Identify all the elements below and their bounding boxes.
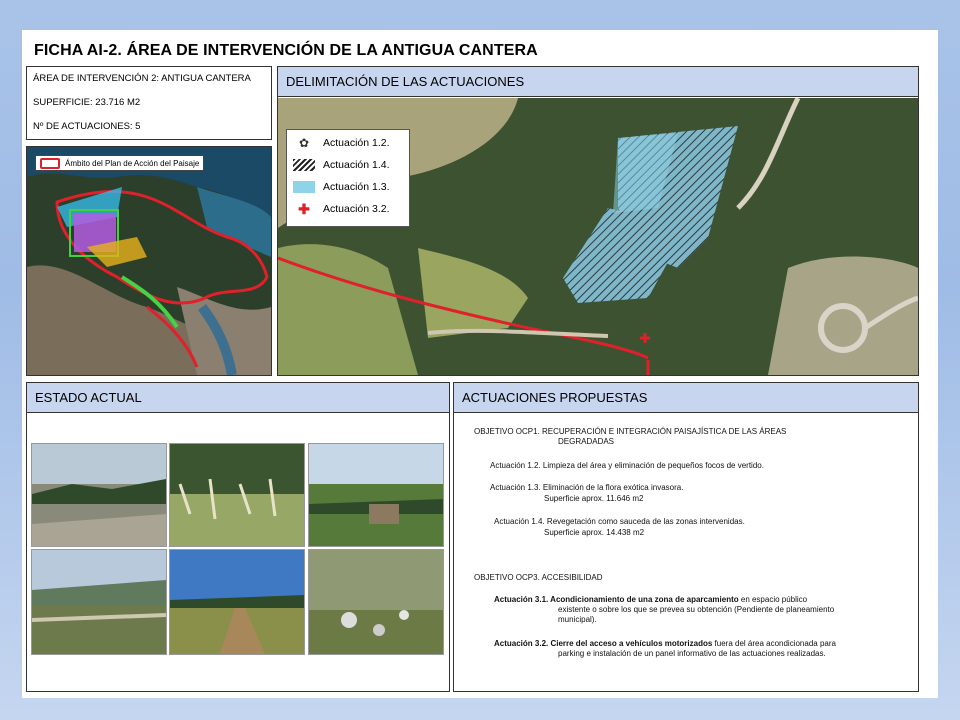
actuacion-3-1-line1: Actuación 3.1. Acondicionamiento de una … (494, 595, 807, 604)
actuacion-3-1-rest: en espacio público (738, 595, 808, 604)
area-line: ÁREA DE INTERVENCIÓN 2: ANTIGUA CANTERA (33, 73, 251, 84)
page-title: FICHA AI-2. ÁREA DE INTERVENCIÓN DE LA A… (34, 42, 538, 59)
actuacion-3-2-line2: parking e instalación de un panel inform… (558, 649, 826, 658)
actuacion-1-4-superficie: Superficie aprox. 14.438 m2 (544, 528, 645, 537)
actuaciones-count-line: Nº DE ACTUACIONES: 5 (33, 121, 141, 132)
ambito-swatch (40, 157, 60, 169)
actuaciones-panel: ACTUACIONES PROPUESTAS OBJETIVO OCP1. RE… (453, 382, 919, 692)
estado-actual-panel: ESTADO ACTUAL (26, 382, 450, 692)
obj1-line2: DEGRADADAS (558, 437, 615, 446)
legend-item-1-3: Actuación 1.3. (293, 180, 390, 194)
actuacion-3-1-bold: Actuación 3.1. Acondicionamiento de una … (494, 595, 739, 604)
location-map-legend: Ámbito del Plan de Acción del Paisaje (35, 155, 205, 171)
actuacion-1-3-superficie: Superficie aprox. 11.646 m2 (544, 494, 644, 503)
legend-label-1-4: Actuación 1.4. (323, 159, 390, 171)
estado-header: ESTADO ACTUAL (27, 383, 449, 413)
actuacion-3-2-line1: Actuación 3.2. Cierre del acceso a vehíc… (494, 639, 836, 648)
info-box: ÁREA DE INTERVENCIÓN 2: ANTIGUA CANTERA … (26, 66, 272, 140)
actuacion-3-2-rest: fuera del área acondicionada para (712, 639, 836, 648)
superficie-line: SUPERFICIE: 23.716 M2 (33, 97, 141, 108)
legend-label-1-3: Actuación 1.3. (323, 181, 390, 193)
location-map: Ámbito del Plan de Acción del Paisaje (26, 146, 272, 376)
location-map-image (27, 147, 271, 375)
delimitacion-header: DELIMITACIÓN DE LAS ACTUACIONES (278, 67, 918, 97)
photo-2 (169, 443, 305, 547)
hatch-icon (293, 159, 315, 171)
actuacion-1-2: Actuación 1.2. Limpieza del área y elimi… (490, 461, 764, 470)
obj3-line: OBJETIVO OCP3. ACCESIBILIDAD (474, 573, 603, 582)
photo-4 (31, 549, 167, 655)
legend-label-1-2: Actuación 1.2. (323, 137, 390, 149)
delimitacion-panel: DELIMITACIÓN DE LAS ACTUACIONES ✿ Actuac… (277, 66, 919, 376)
ambito-label: Ámbito del Plan de Acción del Paisaje (65, 158, 200, 168)
actuacion-3-1-line2: existente o sobre los que se prevea su o… (558, 605, 835, 614)
photo-6 (308, 549, 444, 655)
obj1-line1: OBJETIVO OCP1. RECUPERACIÓN E INTEGRACIÓ… (474, 427, 787, 436)
photo-5 (169, 549, 305, 655)
actuacion-3-2-bold: Actuación 3.2. Cierre del acceso a vehíc… (494, 639, 713, 648)
legend-item-1-2: ✿ Actuación 1.2. (293, 136, 390, 150)
delimitacion-legend: ✿ Actuación 1.2. Actuación 1.4. Actuació… (286, 129, 410, 227)
photo-1 (31, 443, 167, 547)
actuacion-1-4: Actuación 1.4. Revegetación como sauceda… (494, 517, 745, 526)
legend-item-3-2: ✚ Actuación 3.2. (293, 200, 390, 217)
legend-label-3-2: Actuación 3.2. (323, 203, 390, 215)
red-cross-icon: ✚ (298, 200, 310, 217)
light-blue-swatch (293, 181, 315, 193)
flower-icon: ✿ (298, 136, 310, 150)
actuaciones-header: ACTUACIONES PROPUESTAS (454, 383, 918, 413)
photo-3 (308, 443, 444, 547)
legend-item-1-4: Actuación 1.4. (293, 158, 390, 172)
actuacion-3-1-line3: municipal). (558, 615, 597, 624)
actuacion-1-3: Actuación 1.3. Eliminación de la flora e… (490, 483, 684, 492)
